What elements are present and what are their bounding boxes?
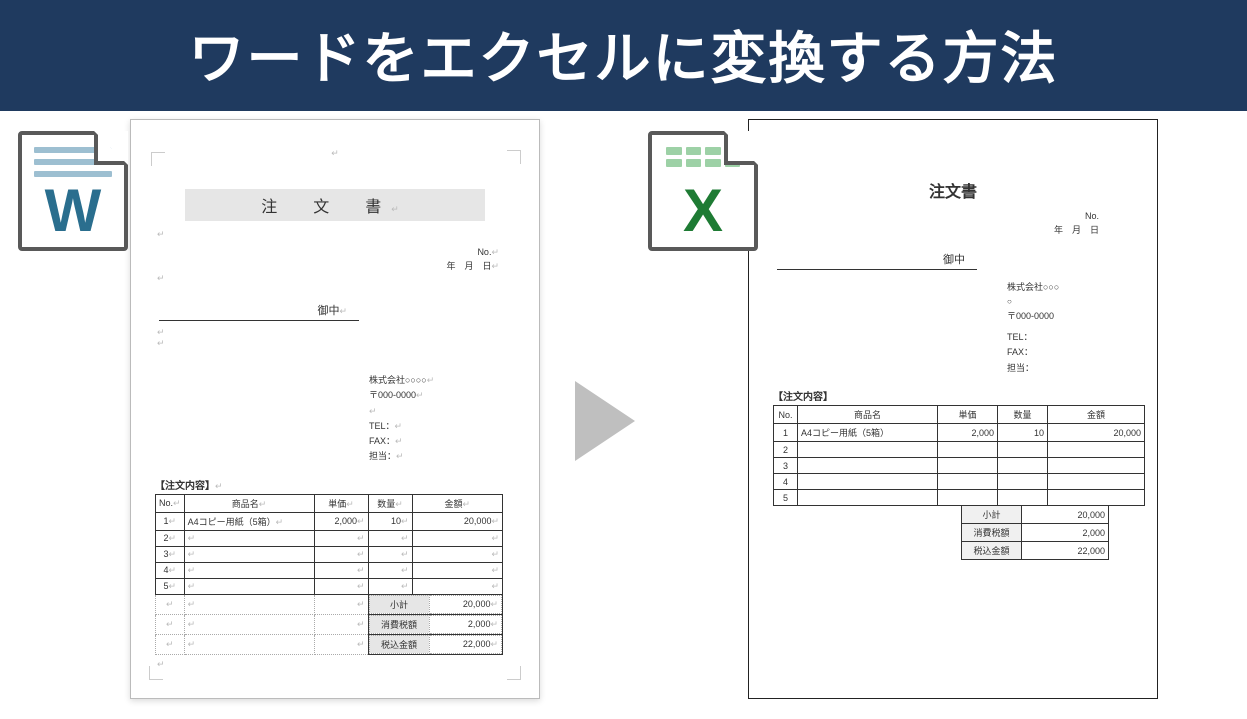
excel-letter: X xyxy=(652,181,754,241)
postal: 〒000-0000↵ xyxy=(369,388,521,403)
table-row: 5 xyxy=(774,490,1145,506)
order-table-excel: No. 商品名 単価 数量 金額 1A4コピー用紙（5箱）2,0001020,0… xyxy=(773,405,1145,506)
table-row: 2 xyxy=(774,442,1145,458)
order-table-word: No.↵ 商品名↵ 単価↵ 数量↵ 金額↵ 1↵A4コピー用紙（5箱）↵2,00… xyxy=(155,494,503,655)
fax: FAX：↵ xyxy=(369,434,521,449)
word-file-icon: W xyxy=(18,131,128,251)
company-name: 株式会社○○○ xyxy=(1007,280,1139,295)
excel-doc-title: 注文書 xyxy=(767,178,1139,202)
tantou: 担当： xyxy=(1007,361,1139,376)
recipient-line: 御中 xyxy=(777,251,977,270)
word-letter: W xyxy=(22,181,124,241)
table-row: 3 xyxy=(774,458,1145,474)
table-row: 4 xyxy=(774,474,1145,490)
date-line: 年 月 日 xyxy=(446,261,491,271)
tel: TEL：↵ xyxy=(369,419,521,434)
totals-table-excel: 小計20,000 消費税額2,000 税込金額22,000 xyxy=(961,505,1109,560)
tel: TEL： xyxy=(1007,330,1139,345)
order-section-label: 【注文内容】 xyxy=(773,388,1139,403)
table-row: 1A4コピー用紙（5箱）2,0001020,000 xyxy=(774,424,1145,442)
order-section-label: 【注文内容】↵ xyxy=(155,477,521,492)
table-row: 2↵↵↵↵↵ xyxy=(156,530,503,546)
title-banner: ワードをエクセルに変換する方法 xyxy=(0,0,1247,111)
excel-document-page: 注文書 No. 年 月 日 御中 株式会社○○○ ○ 〒000-0000 TEL… xyxy=(748,119,1158,699)
no-label: No. xyxy=(477,247,491,257)
arrow-right-icon xyxy=(575,381,635,461)
excel-file-icon: X xyxy=(648,131,758,251)
tantou: 担当：↵ xyxy=(369,449,521,464)
word-document-page: ↵ 注 文 書↵ ↵ No.↵ 年 月 日↵ ↵ 御中↵ ↵ ↵ 株式会社○○○… xyxy=(130,119,540,699)
stage: W X ↵ 注 文 書↵ ↵ No.↵ 年 月 日↵ ↵ 御中↵ ↵ ↵ xyxy=(0,111,1247,719)
no-label: No. xyxy=(1085,211,1099,221)
word-doc-title: 注 文 書↵ xyxy=(185,189,485,221)
table-row: 1↵A4コピー用紙（5箱）↵2,000↵10↵20,000↵ xyxy=(156,512,503,530)
recipient-line: 御中↵ xyxy=(159,302,359,321)
postal: 〒000-0000 xyxy=(1007,309,1139,324)
table-row: 3↵↵↵↵↵ xyxy=(156,546,503,562)
company-name: 株式会社○○○○↵ xyxy=(369,373,521,388)
table-row: 4↵↵↵↵↵ xyxy=(156,562,503,578)
table-row: 5↵↵↵↵↵ xyxy=(156,578,503,594)
fax: FAX： xyxy=(1007,345,1139,360)
date-line: 年 月 日 xyxy=(1054,225,1099,235)
